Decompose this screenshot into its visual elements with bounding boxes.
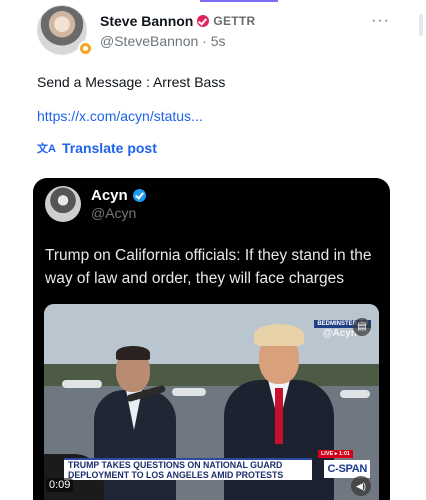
embed-text: Trump on California officials: If they s… bbox=[45, 247, 372, 287]
translate-icon: 文A bbox=[37, 143, 56, 155]
figure-hair bbox=[116, 346, 150, 360]
author-handle[interactable]: @SteveBannon bbox=[100, 33, 198, 49]
tab-accent-bar bbox=[200, 0, 278, 2]
post-link[interactable]: https://x.com/acyn/status... bbox=[37, 108, 203, 124]
post-time: 5s bbox=[210, 33, 226, 49]
post-text: Send a Message : Arrest Bass bbox=[37, 74, 226, 90]
embedded-post-card[interactable]: Acyn @Acyn Trump on California officials… bbox=[33, 178, 390, 500]
translate-label: Translate post bbox=[61, 140, 157, 156]
verified-check-icon bbox=[132, 189, 146, 202]
volume-icon[interactable]: ◀) bbox=[351, 476, 371, 496]
chyron-text: TRUMP TAKES QUESTIONS ON NATIONAL GUARD … bbox=[68, 460, 284, 480]
scrollbar[interactable] bbox=[419, 14, 423, 36]
plane-shape bbox=[172, 388, 206, 396]
author-row: Steve Bannon GETTR bbox=[100, 13, 256, 29]
badge-icon bbox=[78, 41, 93, 56]
video-player[interactable]: BEDMINSTER, NJ 4:07 @Acyn ▤ LIVE ▸ 1:01 … bbox=[44, 304, 379, 500]
embed-author-handle[interactable]: @Acyn bbox=[91, 205, 136, 221]
author-name[interactable]: Steve Bannon bbox=[100, 13, 193, 29]
live-badge: LIVE ▸ 1:01 bbox=[317, 450, 353, 458]
news-chyron: TRUMP TAKES QUESTIONS ON NATIONAL GUARD … bbox=[64, 458, 312, 480]
handle-row: @SteveBannon · 5s bbox=[100, 33, 226, 49]
video-watermark: @Acyn bbox=[322, 328, 357, 339]
more-options-button[interactable]: ··· bbox=[371, 12, 390, 30]
figure-tie bbox=[275, 388, 283, 444]
platform-tag: GETTR bbox=[213, 14, 256, 28]
figure-hair bbox=[254, 324, 304, 346]
embed-avatar[interactable] bbox=[45, 186, 81, 222]
verified-icon bbox=[197, 15, 210, 27]
captions-icon[interactable]: ▤ bbox=[353, 318, 371, 336]
plane-shape bbox=[340, 390, 370, 398]
separator-dot: · bbox=[202, 33, 211, 49]
embed-author-row: Acyn bbox=[91, 187, 146, 204]
video-elapsed-time: 0:09 bbox=[46, 478, 74, 492]
embed-author-name[interactable]: Acyn bbox=[91, 187, 128, 204]
translate-post-button[interactable]: 文A Translate post bbox=[37, 140, 157, 156]
